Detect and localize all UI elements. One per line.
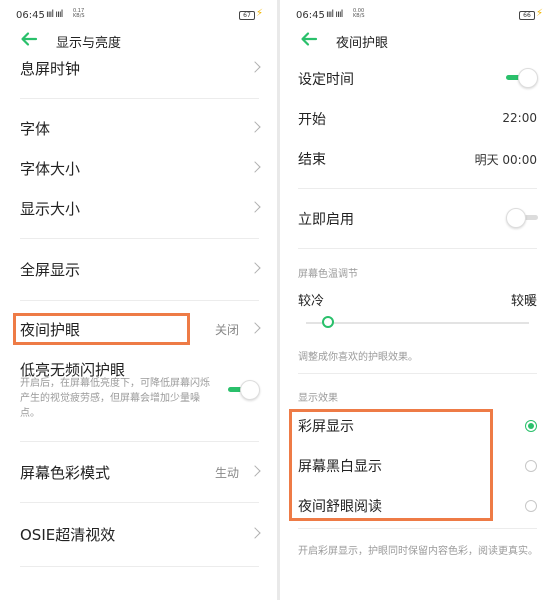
network-speed: 0.00 KB/S (353, 8, 365, 19)
night-mode-status: 关闭 (214, 323, 239, 337)
display-size-label: 显示大小 (20, 200, 81, 218)
temperature-slider-track[interactable] (306, 322, 529, 324)
toggle-knob (506, 208, 526, 228)
back-arrow-icon[interactable] (20, 30, 38, 48)
chevron-right-icon (249, 465, 261, 477)
aod-clock-label: 息屏时钟 (20, 60, 81, 78)
font-row[interactable]: 字体 (0, 108, 277, 148)
back-arrow-icon[interactable] (300, 30, 318, 48)
divider (298, 248, 537, 249)
color-mode-row[interactable]: 屏幕色彩模式 生动 (0, 452, 277, 492)
night-mode-screen: 06:45 ıııl ıııl 0.00 KB/S 66 ⚡ 夜间护眼 设定时间… (280, 0, 557, 600)
divider (20, 238, 259, 239)
start-time-row[interactable]: 开始 22:00 (280, 99, 557, 139)
display-size-row[interactable]: 显示大小 (0, 188, 277, 228)
color-mode-value: 生动 (214, 466, 239, 480)
cooler-label: 较冷 (298, 294, 325, 309)
toggle-knob (518, 68, 538, 88)
divider (20, 502, 259, 503)
network-speed: 0.17 KB/S (73, 8, 85, 19)
status-bar: 06:45 ıııl ıııl 0.17 KB/S 67 ⚡ (0, 6, 277, 26)
start-time-value: 22:00 (502, 111, 537, 125)
chevron-right-icon (249, 527, 261, 539)
status-time: 06:45 (16, 10, 45, 21)
osie-label: OSIE超清视效 (20, 526, 116, 544)
schedule-toggle[interactable] (506, 68, 538, 88)
signal-icon: ıııl ıııl (46, 9, 63, 20)
charging-icon: ⚡ (535, 8, 543, 19)
status-bar: 06:45 ıııl ıııl 0.00 KB/S 66 ⚡ (280, 6, 557, 26)
night-mode-row[interactable]: 夜间护眼 关闭 (0, 309, 277, 349)
warmer-label: 较暖 (510, 294, 537, 309)
enable-now-label: 立即启用 (298, 212, 354, 228)
divider (20, 441, 259, 442)
battery-icon: 67 (239, 11, 255, 20)
low-flicker-toggle[interactable] (228, 380, 260, 400)
font-size-row[interactable]: 字体大小 (0, 148, 277, 188)
signal-icon: ıııl ıııl (326, 9, 343, 20)
aod-clock-row[interactable]: 息屏时钟 (0, 48, 277, 88)
osie-row[interactable]: OSIE超清视效 (0, 514, 277, 554)
end-label: 结束 (298, 152, 326, 168)
end-time-row[interactable]: 结束 明天 00:00 (280, 139, 557, 179)
schedule-label: 设定时间 (298, 72, 354, 88)
chevron-right-icon (249, 61, 261, 73)
fullscreen-label: 全屏显示 (20, 261, 81, 279)
page-title: 夜间护眼 (336, 36, 389, 51)
top-bar: 夜间护眼 (280, 28, 557, 54)
toggle-knob (240, 380, 260, 400)
font-label: 字体 (20, 120, 51, 138)
chevron-right-icon (249, 201, 261, 213)
font-size-label: 字体大小 (20, 160, 81, 178)
charging-icon: ⚡ (255, 8, 263, 19)
divider (20, 566, 259, 567)
divider (298, 188, 537, 189)
temperature-section-header: 屏幕色温调节 (298, 269, 358, 280)
chevron-right-icon (249, 161, 261, 173)
display-brightness-screen: 06:45 ıııl ıııl 0.17 KB/S 67 ⚡ 显示与亮度 息屏时… (0, 0, 277, 600)
chevron-right-icon (249, 121, 261, 133)
night-mode-label: 夜间护眼 (20, 321, 81, 339)
chevron-right-icon (249, 322, 261, 334)
divider (20, 98, 259, 99)
low-flicker-description: 开启后，在屏幕低亮度下，可降低屏幕闪烁产生的视觉疲劳感，但屏幕会增加少量噪点。 (20, 378, 210, 419)
start-label: 开始 (298, 112, 326, 128)
screenshot-canvas: 06:45 ıııl ıııl 0.17 KB/S 67 ⚡ 显示与亮度 息屏时… (0, 0, 557, 600)
temperature-labels: 较冷 较暖 (280, 282, 557, 309)
chevron-right-icon (249, 262, 261, 274)
fullscreen-row[interactable]: 全屏显示 (0, 249, 277, 289)
end-time-value: 明天 00:00 (474, 153, 537, 167)
status-time: 06:45 (296, 10, 325, 21)
enable-now-toggle[interactable] (506, 208, 538, 228)
battery-icon: 66 (519, 11, 535, 20)
color-mode-label: 屏幕色彩模式 (20, 464, 111, 482)
divider (20, 300, 259, 301)
